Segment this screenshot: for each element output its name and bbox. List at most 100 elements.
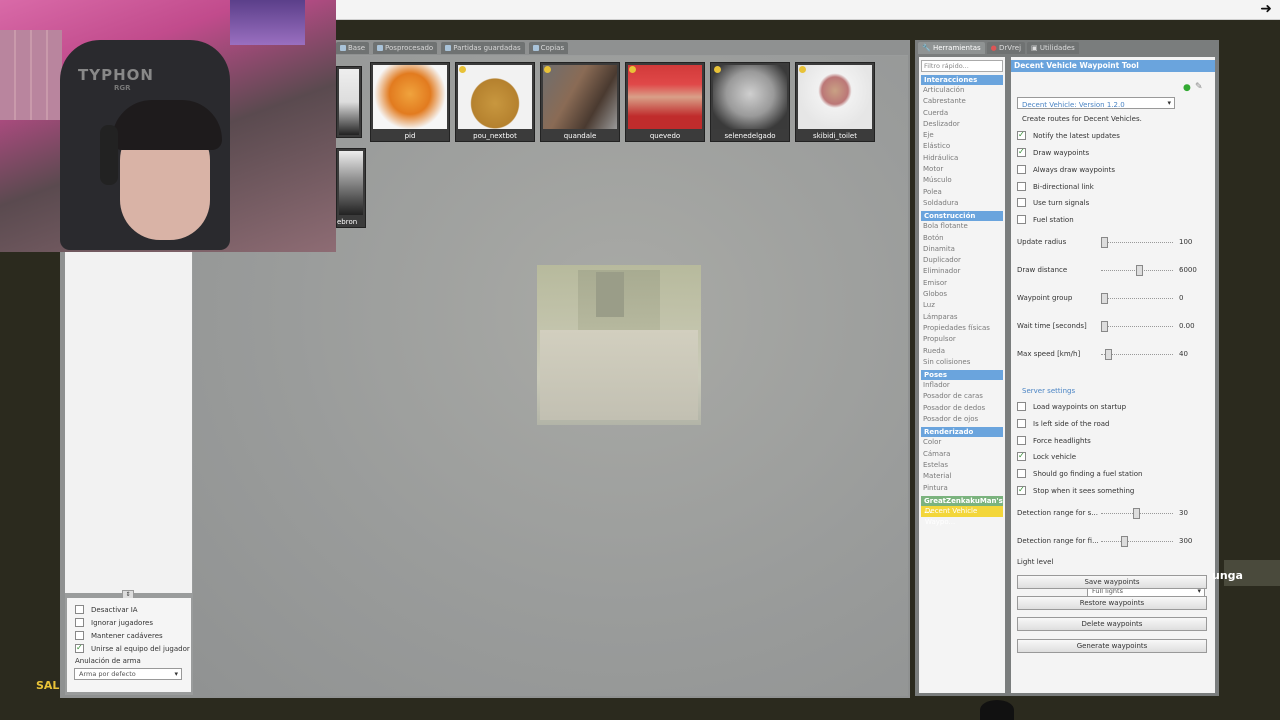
spawn-icon-pou-nextbot[interactable]: pou_nextbot bbox=[455, 62, 535, 142]
tool-item[interactable]: Cámara bbox=[919, 449, 1005, 460]
tool-item[interactable]: Propulsor bbox=[919, 334, 1005, 345]
spawn-icon-ebron[interactable]: ebron bbox=[336, 148, 366, 228]
category-interactions[interactable]: Interacciones bbox=[921, 75, 1003, 85]
restore-waypoints-button[interactable]: Restore waypoints bbox=[1017, 596, 1207, 610]
tool-item[interactable]: Articulación bbox=[919, 85, 1005, 96]
checkbox[interactable] bbox=[75, 605, 84, 614]
tool-item[interactable]: Botón bbox=[919, 233, 1005, 244]
tool-item[interactable]: Cabrestante bbox=[919, 96, 1005, 107]
check-stop-when-sees[interactable]: Stop when it sees something bbox=[1017, 485, 1134, 495]
checkbox[interactable] bbox=[1017, 469, 1026, 478]
tool-item[interactable]: Bola flotante bbox=[919, 221, 1005, 232]
tool-item[interactable]: Motor bbox=[919, 164, 1005, 175]
check-turn-signals[interactable]: Use turn signals bbox=[1017, 198, 1089, 207]
tool-item[interactable]: Material bbox=[919, 471, 1005, 482]
tool-item[interactable]: Posador de dedos bbox=[919, 403, 1005, 414]
save-waypoints-button[interactable]: Save waypoints bbox=[1017, 575, 1207, 589]
tool-item[interactable]: Propiedades físicas bbox=[919, 323, 1005, 334]
checkbox[interactable] bbox=[1017, 182, 1026, 191]
check-left-side[interactable]: Is left side of the road bbox=[1017, 419, 1110, 428]
checkbox[interactable] bbox=[1017, 165, 1026, 174]
tool-item-selected[interactable]: Decent Vehicle Waypo... bbox=[921, 505, 1003, 526]
tool-item[interactable]: Deslizador bbox=[919, 119, 1005, 130]
checkbox[interactable] bbox=[75, 643, 84, 653]
tool-item[interactable]: Posador de ojos bbox=[919, 414, 1005, 425]
tool-item[interactable]: Lámparas bbox=[919, 312, 1005, 323]
tool-item[interactable]: Inflador bbox=[919, 380, 1005, 391]
slider-knob[interactable] bbox=[1101, 293, 1108, 304]
tool-item[interactable]: Eliminador bbox=[919, 266, 1005, 277]
check-draw-waypoints[interactable]: Draw waypoints bbox=[1017, 147, 1089, 157]
check-force-headlights[interactable]: Force headlights bbox=[1017, 436, 1091, 445]
checkbox[interactable] bbox=[1017, 419, 1026, 428]
weapon-override-select[interactable]: Arma por defecto bbox=[74, 668, 182, 680]
tool-item[interactable]: Elástico bbox=[919, 141, 1005, 152]
check-find-fuel[interactable]: Should go finding a fuel station bbox=[1017, 469, 1142, 478]
checkbox[interactable] bbox=[1017, 198, 1026, 207]
category-rendering[interactable]: Renderizado bbox=[921, 427, 1003, 438]
tool-item[interactable]: Sin colisiones bbox=[919, 357, 1005, 368]
check-load-on-startup[interactable]: Load waypoints on startup bbox=[1017, 402, 1126, 411]
checkbox[interactable] bbox=[1017, 215, 1026, 224]
tool-item[interactable]: Pintura bbox=[919, 483, 1005, 494]
slider-knob[interactable] bbox=[1136, 265, 1143, 276]
version-link[interactable]: Decent Vehicle: Version 1.2.0 bbox=[1022, 101, 1125, 109]
tool-item[interactable]: Estelas bbox=[919, 460, 1005, 471]
tab-dupes[interactable]: Copias bbox=[528, 42, 569, 54]
tool-item[interactable]: Color bbox=[919, 437, 1005, 448]
slider-knob[interactable] bbox=[1101, 237, 1108, 248]
category-greatzenkakuman[interactable]: GreatZenkakuMan's ... bbox=[921, 495, 1003, 515]
tool-item[interactable]: Dinamita bbox=[919, 244, 1005, 255]
tool-item[interactable]: Músculo bbox=[919, 175, 1005, 186]
tool-item[interactable]: Eje bbox=[919, 130, 1005, 141]
spawn-icon-quandale[interactable]: quandale bbox=[540, 62, 620, 142]
tool-item[interactable]: Rueda bbox=[919, 346, 1005, 357]
spawn-icon-quevedo[interactable]: quevedo bbox=[625, 62, 705, 142]
slider-draw-distance[interactable]: Draw distance 6000 bbox=[1017, 265, 1209, 277]
checkbox[interactable] bbox=[1017, 451, 1026, 461]
tab-drvrej[interactable]: ● DrVrej bbox=[986, 42, 1026, 54]
add-preset-icon[interactable]: ● bbox=[1183, 83, 1191, 93]
spawn-icon-skibidi-toilet[interactable]: skibidi_toilet bbox=[795, 62, 875, 142]
spawn-icon-partial[interactable] bbox=[336, 66, 362, 138]
tool-item[interactable]: Polea bbox=[919, 187, 1005, 198]
slider-detection-range-s[interactable]: Detection range for s... 30 bbox=[1017, 508, 1209, 520]
slider-knob[interactable] bbox=[1121, 536, 1128, 547]
tab-utilities[interactable]: ▣ Utilidades bbox=[1027, 42, 1079, 54]
checkbox[interactable] bbox=[75, 618, 84, 627]
checkbox[interactable] bbox=[1017, 130, 1026, 140]
tool-item[interactable]: Hidráulica bbox=[919, 153, 1005, 164]
tab-base[interactable]: Base bbox=[336, 42, 370, 54]
slider-detection-range-f[interactable]: Detection range for fi... 300 bbox=[1017, 536, 1209, 548]
check-notify-updates[interactable]: Notify the latest updates bbox=[1017, 130, 1120, 140]
checkbox[interactable] bbox=[1017, 436, 1026, 445]
slider-update-radius[interactable]: Update radius 100 bbox=[1017, 237, 1209, 249]
tool-item[interactable]: Soldadura bbox=[919, 198, 1005, 209]
delete-waypoints-button[interactable]: Delete waypoints bbox=[1017, 617, 1207, 631]
tool-item[interactable]: Duplicador bbox=[919, 255, 1005, 266]
check-fuel-station[interactable]: Fuel station bbox=[1017, 215, 1074, 224]
tool-item[interactable]: Globos bbox=[919, 289, 1005, 300]
spawn-icon-selenedelgado[interactable]: selenedelgado bbox=[710, 62, 790, 142]
option-join-player-team[interactable]: Unirse al equipo del jugador bbox=[67, 642, 191, 655]
category-poses[interactable]: Poses bbox=[921, 370, 1003, 381]
spawn-icon-pid[interactable]: pid bbox=[370, 62, 450, 142]
category-construction[interactable]: Construcción bbox=[921, 211, 1003, 222]
tool-item[interactable]: Posador de caras bbox=[919, 391, 1005, 402]
tool-item[interactable]: Luz bbox=[919, 300, 1005, 311]
slider-max-speed[interactable]: Max speed [km/h] 40 bbox=[1017, 349, 1209, 361]
generate-waypoints-button[interactable]: Generate waypoints bbox=[1017, 639, 1207, 653]
checkbox[interactable] bbox=[1017, 147, 1026, 157]
checkbox[interactable] bbox=[1017, 485, 1026, 495]
option-keep-corpses[interactable]: Mantener cadáveres bbox=[67, 629, 191, 642]
slider-wait-time[interactable]: Wait time [seconds] 0.00 bbox=[1017, 321, 1209, 333]
tool-item[interactable]: Emisor bbox=[919, 278, 1005, 289]
tab-tools[interactable]: 🔧 Herramientas bbox=[918, 42, 985, 54]
slider-waypoint-group[interactable]: Waypoint group 0 bbox=[1017, 293, 1209, 305]
edit-icon[interactable]: ✎ bbox=[1195, 82, 1203, 92]
check-bidirectional[interactable]: Bi-directional link bbox=[1017, 182, 1094, 191]
slider-knob[interactable] bbox=[1133, 508, 1140, 519]
tab-postprocess[interactable]: Posprocesado bbox=[373, 42, 438, 54]
check-always-draw[interactable]: Always draw waypoints bbox=[1017, 165, 1115, 174]
slider-knob[interactable] bbox=[1101, 321, 1108, 332]
